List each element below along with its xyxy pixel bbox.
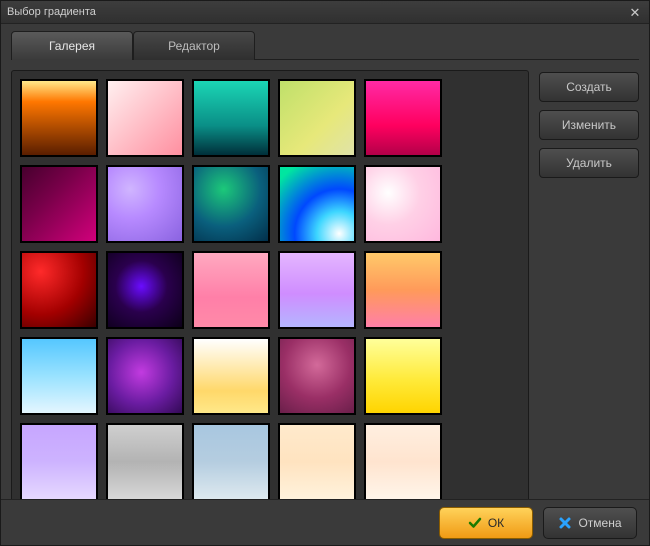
- cancel-button[interactable]: Отмена: [543, 507, 637, 539]
- gradient-swatch[interactable]: [20, 165, 98, 243]
- gallery-grid: [20, 79, 520, 501]
- gradient-swatch[interactable]: [106, 423, 184, 501]
- gradient-swatch[interactable]: [192, 251, 270, 329]
- edit-button-label: Изменить: [562, 118, 616, 132]
- gradient-swatch[interactable]: [20, 337, 98, 415]
- gradient-swatch[interactable]: [192, 423, 270, 501]
- close-button[interactable]: ✕: [627, 4, 643, 20]
- title-bar: Выбор градиента ✕: [1, 1, 649, 24]
- gradient-swatch[interactable]: [278, 423, 356, 501]
- gradient-picker-dialog: Выбор градиента ✕ Галерея Редактор Созда…: [0, 0, 650, 546]
- create-button[interactable]: Создать: [539, 72, 639, 102]
- gradient-swatch[interactable]: [364, 79, 442, 157]
- create-button-label: Создать: [566, 80, 612, 94]
- gradient-swatch[interactable]: [278, 251, 356, 329]
- gradient-swatch[interactable]: [278, 337, 356, 415]
- tab-bar: Галерея Редактор: [11, 31, 639, 59]
- tab-editor-label: Редактор: [168, 39, 220, 53]
- edit-button[interactable]: Изменить: [539, 110, 639, 140]
- gallery-scroll[interactable]: [16, 75, 524, 505]
- gradient-swatch[interactable]: [106, 337, 184, 415]
- gradient-swatch[interactable]: [20, 423, 98, 501]
- gradient-swatch[interactable]: [364, 423, 442, 501]
- gradient-swatch[interactable]: [192, 79, 270, 157]
- tab-editor[interactable]: Редактор: [133, 31, 255, 60]
- gallery-frame: [11, 70, 529, 510]
- tab-gallery[interactable]: Галерея: [11, 31, 133, 60]
- gradient-swatch[interactable]: [20, 251, 98, 329]
- gradient-swatch[interactable]: [364, 251, 442, 329]
- gradient-swatch[interactable]: [106, 165, 184, 243]
- cancel-icon: [558, 516, 572, 530]
- ok-button-label: ОК: [488, 516, 504, 530]
- delete-button[interactable]: Удалить: [539, 148, 639, 178]
- gradient-swatch[interactable]: [20, 79, 98, 157]
- gradient-swatch[interactable]: [278, 79, 356, 157]
- gradient-swatch[interactable]: [106, 79, 184, 157]
- dialog-footer: ОК Отмена: [1, 499, 649, 545]
- tab-gallery-label: Галерея: [49, 39, 95, 53]
- gradient-swatch[interactable]: [364, 165, 442, 243]
- side-actions: Создать Изменить Удалить: [539, 70, 639, 510]
- window-title: Выбор градиента: [7, 6, 627, 18]
- gradient-swatch[interactable]: [192, 337, 270, 415]
- ok-button[interactable]: ОК: [439, 507, 533, 539]
- gradient-swatch[interactable]: [106, 251, 184, 329]
- content-area: Создать Изменить Удалить: [11, 59, 639, 510]
- dialog-body: Галерея Редактор Создать Изменить Удалит…: [1, 23, 649, 499]
- gradient-swatch[interactable]: [192, 165, 270, 243]
- cancel-button-label: Отмена: [578, 516, 621, 530]
- delete-button-label: Удалить: [566, 156, 612, 170]
- check-icon: [468, 516, 482, 530]
- gradient-swatch[interactable]: [364, 337, 442, 415]
- close-icon: ✕: [630, 6, 641, 19]
- gradient-swatch[interactable]: [278, 165, 356, 243]
